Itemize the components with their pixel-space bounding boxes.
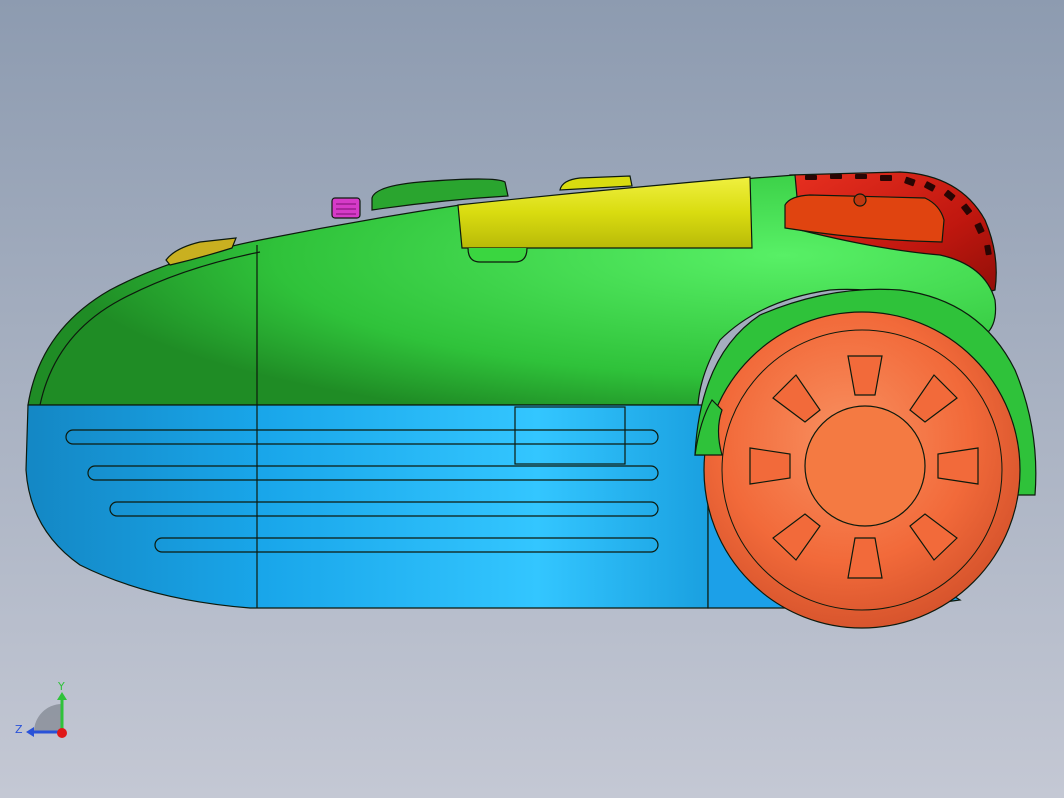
z-axis-label: Z bbox=[15, 723, 23, 736]
rear-button-center-icon bbox=[853, 193, 867, 207]
y-axis-label: Y bbox=[57, 680, 65, 693]
top-cover-handle[interactable] bbox=[467, 247, 528, 263]
wheel-hub[interactable] bbox=[804, 405, 926, 527]
pink-tab[interactable] bbox=[331, 197, 361, 219]
viewport-canvas[interactable]: Y Z bbox=[0, 0, 1064, 798]
triad-origin bbox=[57, 728, 67, 738]
cad-viewport[interactable]: Y Z bbox=[0, 0, 1064, 798]
lower-shell[interactable] bbox=[25, 404, 709, 609]
